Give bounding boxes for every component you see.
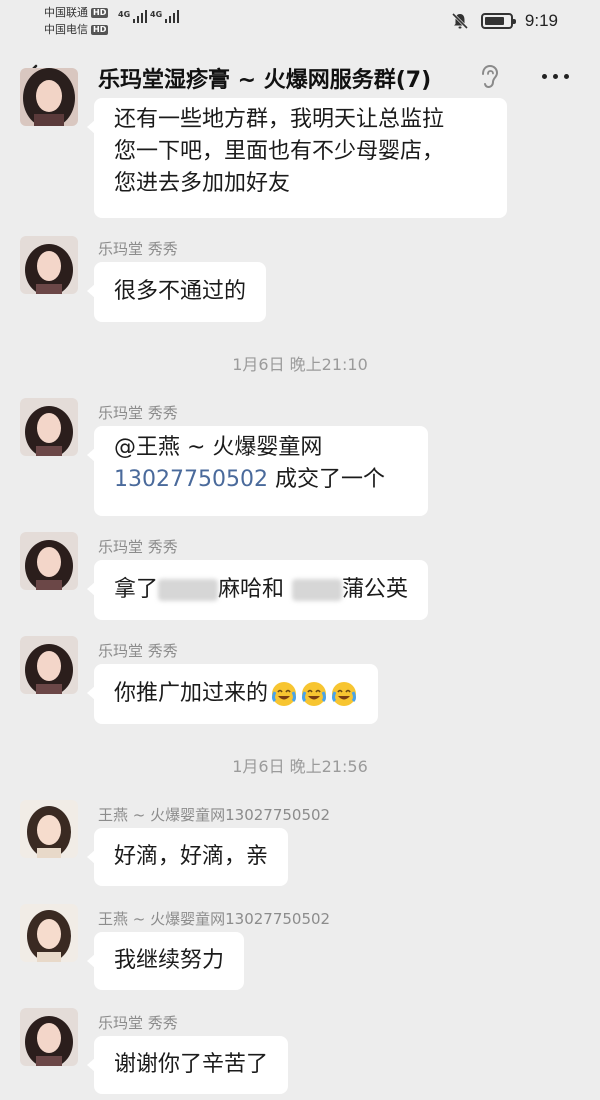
message-text: 谢谢你了辛苦了	[114, 1052, 269, 1077]
sender-name: 乐玛堂 秀秀	[98, 404, 178, 422]
sender-name: 王燕 ~ 火爆婴童网13027750502	[98, 910, 331, 928]
avatar[interactable]	[20, 68, 78, 126]
blurred-text	[158, 579, 219, 601]
message-text: 好滴，好滴，亲	[114, 844, 269, 869]
message-bubble[interactable]: 还有一些地方群，我明天让总监拉 您一下吧，里面也有不少母婴店， 您进去多加加好友	[87, 98, 507, 218]
status-bar: 中国联通 HD 中国电信 HD 4G 4G 9:19	[0, 0, 600, 44]
avatar[interactable]	[20, 904, 78, 962]
message-text: 您一下吧，里面也有不少母婴店，	[114, 139, 445, 164]
sender-name: 王燕 ~ 火爆婴童网13027750502	[98, 806, 331, 824]
message-text: 拿了	[114, 577, 159, 602]
message-text: 还有一些地方群，我明天让总监拉	[114, 107, 445, 132]
mute-bell-icon	[451, 12, 468, 30]
avatar[interactable]	[20, 1008, 78, 1066]
carrier-info: 中国联通 HD 中国电信 HD	[44, 4, 109, 38]
message-bubble[interactable]: 拿了 麻哈和 蒲公英	[86, 560, 429, 620]
avatar[interactable]	[20, 532, 78, 590]
message-bubble[interactable]: 我继续努力	[86, 932, 245, 990]
blurred-text	[292, 579, 343, 601]
message-bubble[interactable]: 谢谢你了辛苦了	[86, 1036, 289, 1094]
avatar[interactable]	[20, 800, 78, 858]
timestamp: 1月6日 晚上21:10	[232, 355, 368, 374]
crying-laughing-emoji	[302, 682, 327, 706]
message-text: 13027750502 成交了一个	[114, 467, 385, 492]
emoji-group	[268, 680, 358, 708]
message-bubble[interactable]: @王燕 ~ 火爆婴童网 13027750502 成交了一个	[87, 426, 428, 516]
message-text: 很多不通过的	[114, 279, 247, 304]
message-text: 麻哈和	[218, 577, 285, 602]
ear-icon	[482, 64, 499, 89]
avatar[interactable]	[20, 636, 78, 694]
phone-link[interactable]: 13027750502	[114, 467, 268, 492]
clock: 9:19	[524, 11, 558, 30]
more-icon[interactable]	[542, 74, 569, 79]
hd-badge: HD	[91, 7, 109, 18]
message-bubble[interactable]: 很多不通过的	[86, 262, 267, 322]
message-bubble[interactable]: 你推广加过来的	[86, 664, 379, 724]
timestamp: 1月6日 晚上21:56	[232, 757, 368, 776]
chat-title: 乐玛堂湿疹膏 ~ 火爆网服务群(7)	[98, 68, 432, 93]
carrier-2: 中国电信	[44, 23, 88, 36]
hd-badge: HD	[91, 24, 109, 35]
sender-name: 乐玛堂 秀秀	[98, 642, 178, 660]
avatar[interactable]	[20, 398, 78, 456]
crying-laughing-emoji	[332, 682, 357, 706]
battery-icon	[480, 13, 516, 29]
sender-name: 乐玛堂 秀秀	[98, 240, 178, 258]
signal-icon: 4G	[150, 10, 180, 23]
message-text: 我继续努力	[114, 948, 225, 973]
signal-icon: 4G	[118, 10, 148, 23]
sender-name: 乐玛堂 秀秀	[98, 538, 178, 556]
carrier-1: 中国联通	[44, 6, 88, 19]
message-text: 您进去多加加好友	[114, 171, 291, 196]
crying-laughing-emoji	[272, 682, 297, 706]
sender-name: 乐玛堂 秀秀	[98, 1014, 178, 1032]
message-text: 蒲公英	[342, 577, 409, 602]
avatar[interactable]	[20, 236, 78, 294]
message-text: 你推广加过来的	[114, 681, 269, 706]
message-bubble[interactable]: 好滴，好滴，亲	[86, 828, 289, 886]
message-text: @王燕 ~ 火爆婴童网	[114, 435, 323, 460]
